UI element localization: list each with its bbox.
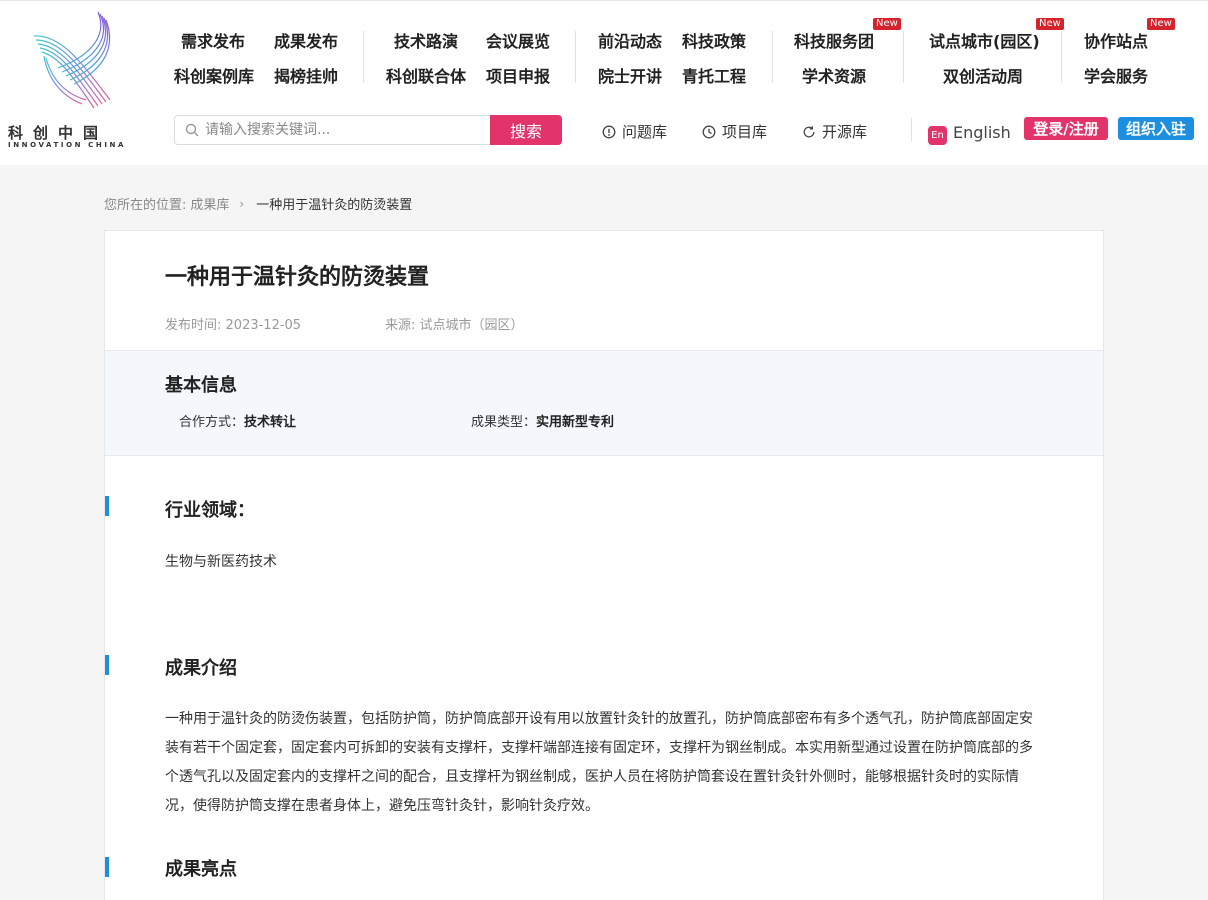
section-marker [105,496,109,516]
nav-tech-service-group[interactable]: 科技服务团 [794,32,874,52]
org-join-button[interactable]: 组织入驻 [1118,117,1194,140]
new-badge: New [873,18,901,30]
quick-link-label: 项目库 [722,123,768,141]
search-button[interactable]: 搜索 [490,115,562,145]
nav-academic-resources[interactable]: 学术资源 [802,67,866,87]
coop-mode-label: 合作方式： [179,415,245,430]
page-title: 一种用于温针灸的防烫装置 [165,265,430,290]
nav-pilot-city[interactable]: 试点城市(园区) [929,32,1040,52]
nav-divider [772,31,773,83]
industry-value: 生物与新医药技术 [165,554,277,570]
quick-link-problems[interactable]: 问题库 [602,121,667,142]
quick-link-label: 开源库 [822,123,868,141]
result-type-label: 成果类型： [471,415,537,430]
search-input[interactable] [205,118,485,142]
login-register-button[interactable]: 登录/注册 [1024,117,1108,140]
breadcrumb-parent[interactable]: 成果库 [190,194,229,213]
source: 来源: 试点城市（园区） [385,314,524,333]
logo-text-cn: 科创中国 [8,124,109,142]
coop-mode-value: 技术转让 [244,415,297,430]
nav-open-competition[interactable]: 揭榜挂帅 [274,67,338,87]
nav-case-library[interactable]: 科创案例库 [174,67,254,87]
quick-link-opensource[interactable]: 开源库 [802,121,867,142]
nav-result-publish[interactable]: 成果发布 [274,32,338,52]
publish-time-label: 发布时间: [165,318,222,333]
nav-youth-talent[interactable]: 青托工程 [682,67,746,87]
nav-tech-roadshow[interactable]: 技术路演 [394,32,458,52]
nav-entrepreneur-week[interactable]: 双创活动周 [943,67,1023,87]
toolbar-divider [911,118,912,142]
publish-time: 发布时间: 2023-12-05 [165,314,301,333]
quick-link-projects[interactable]: 项目库 [702,121,767,142]
nav-project-apply[interactable]: 项目申报 [486,67,550,87]
new-badge: New [1036,18,1064,30]
breadcrumb-chevron-icon: › [239,196,245,211]
search-icon [185,123,199,137]
section-marker [105,655,109,675]
quick-link-label: 问题库 [622,123,668,141]
site-header: 科创中国 INNOVATION CHINA 需求发布 成果发布 技术路演 会议展… [0,0,1208,165]
english-switch[interactable]: En English [928,120,1011,145]
logo-mark-icon [33,11,111,109]
question-circle-icon [602,125,616,138]
nav-academician-talk[interactable]: 院士开讲 [598,67,662,87]
intro-text: 一种用于温针灸的防烫伤装置，包括防护筒，防护筒底部开设有用以放置针灸针的放置孔，… [165,711,1033,814]
basic-info-heading: 基本信息 [165,375,237,396]
nav-frontier-news[interactable]: 前沿动态 [598,32,662,52]
search-box: 搜索 [174,115,562,145]
industry-heading: 行业领域： [165,500,255,521]
english-label: English [953,123,1011,142]
section-marker [105,857,109,877]
nav-conference-expo[interactable]: 会议展览 [486,32,550,52]
intro-heading: 成果介绍 [165,658,237,679]
nav-divider [363,31,364,83]
breadcrumb-prefix: 您所在的位置: [104,198,187,213]
header-topline [0,0,1208,1]
site-logo[interactable]: 科创中国 INNOVATION CHINA [6,10,146,150]
basic-info-panel: 基本信息 合作方式：技术转让 成果类型：实用新型专利 [105,350,1103,456]
english-icon: En [928,126,947,145]
breadcrumb-current: 一种用于温针灸的防烫装置 [256,198,413,213]
nav-innovation-union[interactable]: 科创联合体 [386,67,466,87]
nav-society-service[interactable]: 学会服务 [1084,67,1148,87]
result-type-value: 实用新型专利 [536,415,615,430]
logo-text-en: INNOVATION CHINA [8,141,127,149]
source-label: 来源: [385,318,416,333]
nav-divider [1061,31,1062,83]
breadcrumb: 您所在的位置: 成果库 › 一种用于温针灸的防烫装置 [104,194,413,214]
refresh-icon [803,125,815,137]
nav-collab-station[interactable]: 协作站点 [1084,32,1148,52]
nav-divider [903,31,904,83]
highlight-heading: 成果亮点 [165,859,237,880]
nav-divider [575,31,576,83]
result-type-field: 成果类型：实用新型专利 [471,411,614,430]
detail-card: 一种用于温针灸的防烫装置 发布时间: 2023-12-05 来源: 试点城市（园… [104,230,1104,900]
new-badge: New [1147,18,1175,30]
clock-icon [702,125,716,138]
publish-time-value: 2023-12-05 [225,318,302,333]
nav-tech-policy[interactable]: 科技政策 [682,32,746,52]
source-value: 试点城市（园区） [419,318,524,333]
coop-mode-field: 合作方式：技术转让 [179,411,296,430]
nav-demand-publish[interactable]: 需求发布 [181,32,245,52]
